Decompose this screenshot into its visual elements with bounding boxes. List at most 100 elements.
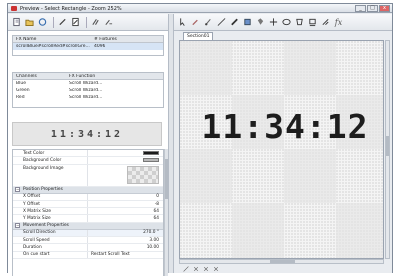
stamp-icon[interactable] (307, 17, 318, 28)
property-row[interactable]: Y Offset -8 (13, 200, 163, 209)
scrollbar-thumb[interactable] (270, 260, 295, 263)
property-row[interactable]: Scroll Direction 270.0 ° (13, 229, 163, 238)
scrollbar-thumb[interactable] (386, 136, 389, 156)
fx-function-cell[interactable]: Scroll Wizard... (66, 88, 102, 93)
property-value[interactable] (88, 165, 163, 186)
category-label: Position Properties (23, 187, 63, 193)
channels-table: Channels FX Function Blue Scroll Wizard.… (12, 72, 164, 108)
property-name: Y Matrix Size (13, 215, 88, 222)
fx-name-cell: scrollBlue#scrollRed#scrollGre... (16, 44, 90, 49)
canvas-tab-strip: Section01 (179, 32, 389, 40)
eraser-icon[interactable] (242, 17, 253, 28)
property-row[interactable]: On cue start Restart Scroll Text (13, 251, 163, 259)
fixtures-table-header: FX Name # Fixtures (13, 36, 163, 43)
property-row[interactable]: Background Image (13, 164, 163, 187)
toolbar-separator (86, 16, 87, 28)
table-row[interactable]: Red Scroll Wizard... (13, 94, 163, 101)
led-canvas[interactable]: 11:34:12 (179, 40, 384, 259)
table-row[interactable]: Green Scroll Wizard... (13, 87, 163, 94)
left-toolbar (8, 14, 168, 31)
property-name: X Offset (13, 193, 88, 200)
move-icon[interactable] (268, 17, 279, 28)
select-icon[interactable] (192, 265, 200, 273)
minimize-button[interactable]: _ (355, 5, 366, 12)
property-value[interactable]: 10.00 (88, 244, 163, 250)
property-value[interactable] (88, 157, 163, 163)
property-value[interactable] (88, 150, 163, 156)
property-name: Scroll Speed (13, 237, 88, 244)
position-category[interactable]: − Position Properties (13, 186, 163, 194)
collapse-icon[interactable]: − (15, 223, 20, 229)
property-value[interactable]: 0 (88, 194, 163, 200)
text-preview-strip: 11:34:12 (12, 122, 162, 146)
drawing-toolbar: fx (174, 14, 392, 31)
property-name: Text Color (13, 150, 88, 157)
property-value[interactable]: 64 (88, 215, 163, 221)
background-color-swatch[interactable] (143, 158, 159, 163)
property-row[interactable]: Y Matrix Size 64 (13, 215, 163, 223)
fx-function-cell[interactable]: Scroll Wizard... (66, 81, 102, 86)
open-icon[interactable] (24, 17, 35, 28)
fixtures-count-header[interactable]: # Fixtures (91, 37, 117, 42)
category-label: Movement Properties (23, 223, 69, 229)
wand-small-icon[interactable] (103, 17, 114, 28)
channel-cell: Green (16, 88, 30, 93)
fx-function-cell[interactable]: Scroll Wizard... (66, 95, 102, 100)
undo-icon[interactable] (37, 17, 48, 28)
right-panel: fx Section01 11:34:12 (174, 14, 392, 273)
property-name: Duration (13, 244, 88, 251)
property-name: X Matrix Size (13, 208, 88, 215)
pen-icon[interactable] (57, 17, 68, 28)
tab-section01[interactable]: Section01 (183, 32, 213, 40)
property-row[interactable]: Duration 10.00 (13, 244, 163, 252)
fx-icon[interactable]: fx (333, 17, 344, 28)
maximize-button[interactable]: □ (367, 5, 378, 12)
left-panel: FX Name # Fixtures scrollBlue#scrollRed#… (8, 14, 168, 276)
background-image-thumbnail[interactable] (127, 166, 159, 185)
close-button[interactable]: x (379, 5, 390, 12)
fill-icon[interactable] (255, 17, 266, 28)
property-row[interactable]: X Matrix Size 64 (13, 208, 163, 216)
property-value[interactable]: 64 (88, 208, 163, 214)
text-color-swatch[interactable] (143, 151, 159, 156)
property-value[interactable]: 3.00 (88, 237, 163, 243)
property-value[interactable]: Restart Scroll Text (88, 252, 163, 258)
pan-icon[interactable] (212, 265, 220, 273)
ruler-icon[interactable] (182, 265, 190, 273)
arrow-icon[interactable] (177, 17, 188, 28)
zoom-icon[interactable] (202, 265, 210, 273)
property-value[interactable]: 270.0 ° (88, 230, 163, 236)
fx-name-header[interactable]: FX Name (13, 37, 91, 42)
property-value[interactable]: -8 (88, 201, 163, 207)
brush-icon[interactable] (203, 17, 214, 28)
wand-icon[interactable] (90, 17, 101, 28)
property-name: On cue start (13, 251, 88, 258)
property-row[interactable]: Background Color (13, 157, 163, 165)
marker-icon[interactable] (229, 17, 240, 28)
text-icon[interactable] (320, 17, 331, 28)
title-bar[interactable]: Preview - Select Rectangle - Zoom 252% _… (8, 4, 392, 13)
ellipse-icon[interactable] (281, 17, 292, 28)
document-icon[interactable] (70, 17, 81, 28)
property-row[interactable]: Text Color (13, 150, 163, 158)
channel-cell: Blue (16, 81, 26, 86)
new-icon[interactable] (11, 17, 22, 28)
table-row[interactable]: Blue Scroll Wizard... (13, 80, 163, 87)
property-name: Scroll Direction (13, 229, 88, 237)
canvas-vertical-scrollbar[interactable] (385, 40, 390, 259)
app-icon (11, 6, 17, 11)
table-row[interactable]: scrollBlue#scrollRed#scrollGre... 4096 (13, 43, 163, 50)
bottom-toolbar (174, 264, 392, 273)
property-row[interactable]: X Offset 0 (13, 193, 163, 201)
pencil-icon[interactable] (190, 17, 201, 28)
fx-function-header[interactable]: FX Function (66, 74, 95, 79)
property-row[interactable]: Scroll Speed 3.00 (13, 237, 163, 245)
channels-header[interactable]: Channels (13, 74, 66, 79)
collapse-icon[interactable]: − (15, 187, 20, 193)
polygon-icon[interactable] (294, 17, 305, 28)
fixtures-count-cell: 4096 (94, 44, 106, 49)
channels-table-header: Channels FX Function (13, 73, 163, 80)
line-icon[interactable] (216, 17, 227, 28)
movement-category[interactable]: − Movement Properties (13, 222, 163, 230)
preview-text: 11:34:12 (50, 128, 124, 140)
